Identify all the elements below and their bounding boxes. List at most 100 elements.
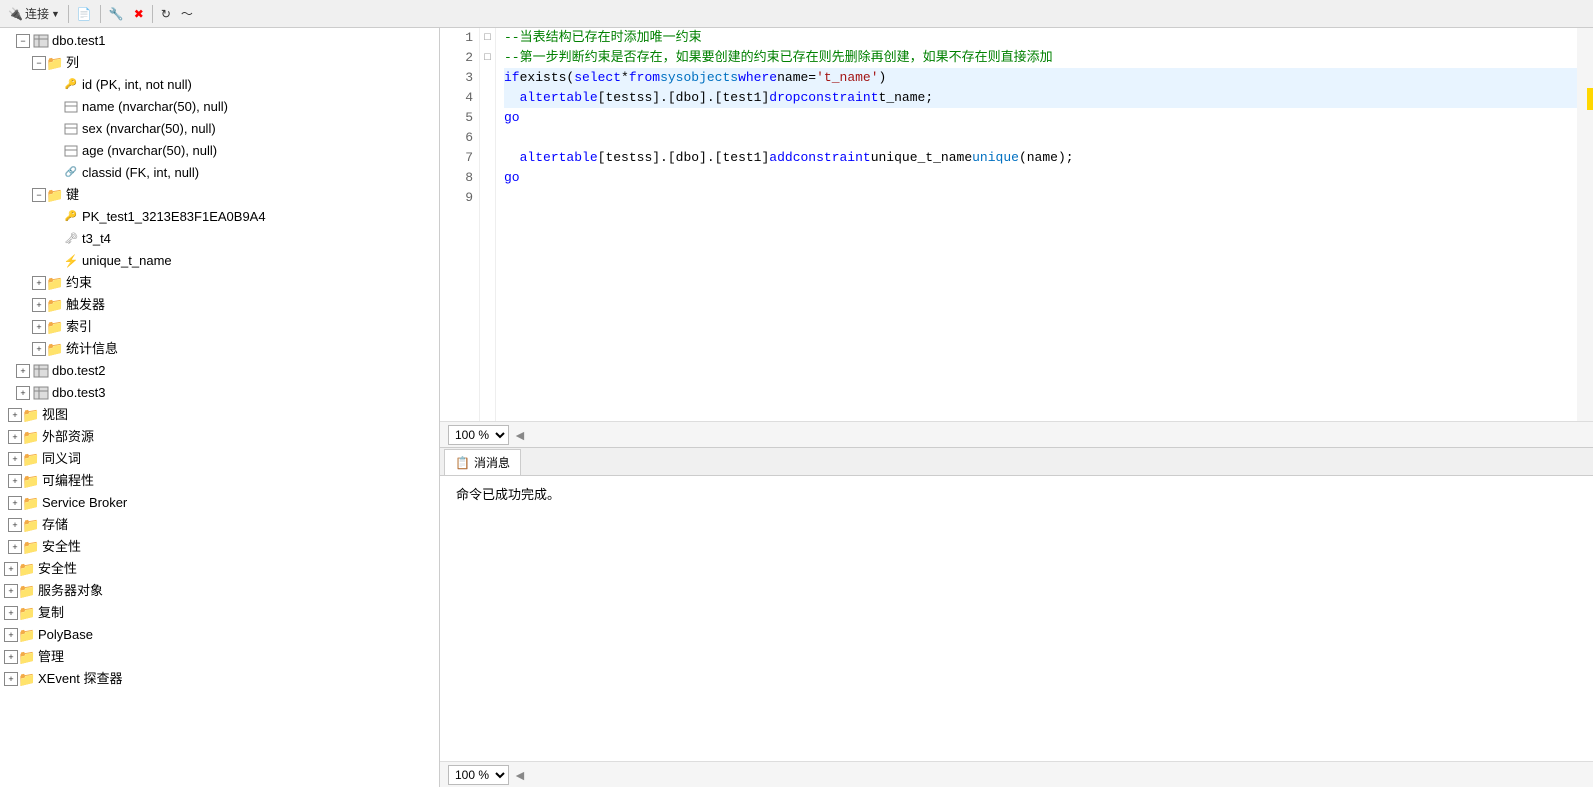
- expand-triggers[interactable]: +: [32, 298, 46, 312]
- result-message: 命令已成功完成。: [448, 480, 1585, 507]
- editor-area: 1 2 3 4 5 6 7 8 9 □ □: [440, 28, 1593, 447]
- line-numbers: 1 2 3 4 5 6 7 8 9: [440, 28, 480, 421]
- filter-button[interactable]: 🔧: [105, 5, 128, 23]
- external-folder-icon: 📁: [22, 429, 40, 445]
- replication-label: 复制: [36, 603, 439, 623]
- expand-statistics[interactable]: +: [32, 342, 46, 356]
- tree-item-xevent[interactable]: + 📁 XEvent 探查器: [0, 668, 439, 690]
- tree-item-management[interactable]: + 📁 管理: [0, 646, 439, 668]
- expand-programmability[interactable]: +: [8, 474, 22, 488]
- tree-item-col-id[interactable]: 🔑 id (PK, int, not null): [0, 74, 439, 96]
- tree-item-dbo-test2[interactable]: + dbo.test2: [0, 360, 439, 382]
- triggers-label: 触发器: [64, 295, 439, 315]
- tree-item-external[interactable]: + 📁 外部资源: [0, 426, 439, 448]
- expand-security-db[interactable]: +: [8, 540, 22, 554]
- tree-item-constraints[interactable]: + 📁 约束: [0, 272, 439, 294]
- tree-item-replication[interactable]: + 📁 复制: [0, 602, 439, 624]
- refresh-icon: ↻: [161, 7, 171, 21]
- messages-tab[interactable]: 📋 消消息: [444, 449, 521, 475]
- tree-item-dbo-test3[interactable]: + dbo.test3: [0, 382, 439, 404]
- programmability-folder-icon: 📁: [22, 473, 40, 489]
- tree-item-service-broker[interactable]: + 📁 Service Broker: [0, 492, 439, 514]
- editor-content[interactable]: 1 2 3 4 5 6 7 8 9 □ □: [440, 28, 1593, 421]
- tree-item-col-classid[interactable]: 🔗 classid (FK, int, null): [0, 162, 439, 184]
- editor-zoom-select[interactable]: 100 %: [448, 425, 509, 445]
- tree-item-synonyms[interactable]: + 📁 同义词: [0, 448, 439, 470]
- expand-columns[interactable]: −: [32, 56, 46, 70]
- code-token: drop: [769, 88, 800, 108]
- tree-area[interactable]: − dbo.test1 − 📁 列 🔑 id (PK, int, not nul…: [0, 28, 439, 787]
- management-label: 管理: [36, 647, 439, 667]
- indexes-folder-icon: 📁: [46, 319, 64, 335]
- tree-item-statistics[interactable]: + 📁 统计信息: [0, 338, 439, 360]
- code-line-8: go: [504, 168, 1577, 188]
- tree-item-storage[interactable]: + 📁 存储: [0, 514, 439, 536]
- expand-external[interactable]: +: [8, 430, 22, 444]
- editor-statusbar: 100 % ◄: [440, 421, 1593, 447]
- tree-item-polybase[interactable]: + 📁 PolyBase: [0, 624, 439, 646]
- new-query-button[interactable]: 📄: [73, 5, 96, 23]
- expand-dbo-test2[interactable]: +: [16, 364, 30, 378]
- security-db-label: 安全性: [40, 537, 439, 557]
- filter2-button[interactable]: ✖: [130, 5, 148, 23]
- tree-item-columns[interactable]: − 📁 列: [0, 52, 439, 74]
- tree-item-programmability[interactable]: + 📁 可编程性: [0, 470, 439, 492]
- code-line-6: [504, 128, 1577, 148]
- code-line-5: go: [504, 108, 1577, 128]
- tree-item-dbo-test1[interactable]: − dbo.test1: [0, 30, 439, 52]
- expand-synonyms[interactable]: +: [8, 452, 22, 466]
- editor-scroll-left-btn[interactable]: ◄: [513, 427, 527, 443]
- polybase-label: PolyBase: [36, 625, 439, 645]
- expand-management[interactable]: +: [4, 650, 18, 664]
- results-zoom-select[interactable]: 100 %: [448, 765, 509, 785]
- tree-item-unique[interactable]: ⚡ unique_t_name: [0, 250, 439, 272]
- constraints-label: 约束: [64, 273, 439, 293]
- column-icon-name: [62, 99, 80, 115]
- expand-service-broker[interactable]: +: [8, 496, 22, 510]
- tree-item-col-name[interactable]: name (nvarchar(50), null): [0, 96, 439, 118]
- replication-folder-icon: 📁: [18, 605, 36, 621]
- tree-item-fk-t3t4[interactable]: 🗝 t3_t4: [0, 228, 439, 250]
- expand-views[interactable]: +: [8, 408, 22, 422]
- tree-item-indexes[interactable]: + 📁 索引: [0, 316, 439, 338]
- new-query-icon: 📄: [77, 7, 92, 21]
- results-scroll-left-btn[interactable]: ◄: [513, 767, 527, 783]
- tree-item-server-objects[interactable]: + 📁 服务器对象: [0, 580, 439, 602]
- expand-keys[interactable]: −: [32, 188, 46, 202]
- expand-replication[interactable]: +: [4, 606, 18, 620]
- tree-item-keys[interactable]: − 📁 键: [0, 184, 439, 206]
- expand-polybase[interactable]: +: [4, 628, 18, 642]
- expand-indexes[interactable]: +: [32, 320, 46, 334]
- refresh-button[interactable]: ↻: [157, 5, 175, 23]
- code-token: table: [559, 88, 598, 108]
- main-area: − dbo.test1 − 📁 列 🔑 id (PK, int, not nul…: [0, 28, 1593, 787]
- code-content[interactable]: --当表结构已存在时添加唯一约束 --第一步判断约束是否存在，如果要创建的约束已…: [496, 28, 1577, 421]
- tree-item-views[interactable]: + 📁 视图: [0, 404, 439, 426]
- code-token: unique_t_name: [871, 148, 972, 168]
- pk-icon: 🔑: [62, 209, 80, 225]
- expand-dbo-test1[interactable]: −: [16, 34, 30, 48]
- expand-dbo-test3[interactable]: +: [16, 386, 30, 400]
- table-icon-test2: [32, 363, 50, 379]
- activity-button[interactable]: 〜: [177, 3, 197, 24]
- code-line-2: --第一步判断约束是否存在，如果要创建的约束已存在则先删除再创建，如果不存在则直…: [504, 48, 1577, 68]
- tree-item-security-top[interactable]: + 📁 安全性: [0, 558, 439, 580]
- code-token: [504, 88, 520, 108]
- xevent-folder-icon: 📁: [18, 671, 36, 687]
- tree-item-triggers[interactable]: + 📁 触发器: [0, 294, 439, 316]
- expand-xevent[interactable]: +: [4, 672, 18, 686]
- expand-col-id: [48, 78, 62, 92]
- results-panel: 📋 消消息 命令已成功完成。 100 % ◄: [440, 447, 1593, 787]
- tree-item-pk[interactable]: 🔑 PK_test1_3213E83F1EA0B9A4: [0, 206, 439, 228]
- expand-security-top[interactable]: +: [4, 562, 18, 576]
- storage-folder-icon: 📁: [22, 517, 40, 533]
- security-db-folder-icon: 📁: [22, 539, 40, 555]
- expand-storage[interactable]: +: [8, 518, 22, 532]
- tree-item-col-sex[interactable]: sex (nvarchar(50), null): [0, 118, 439, 140]
- tree-item-security-db[interactable]: + 📁 安全性: [0, 536, 439, 558]
- code-token: --当表结构已存在时添加唯一约束: [504, 28, 702, 48]
- tree-item-col-age[interactable]: age (nvarchar(50), null): [0, 140, 439, 162]
- connect-button[interactable]: 🔌 连接 ▼: [4, 3, 64, 24]
- expand-constraints[interactable]: +: [32, 276, 46, 290]
- expand-server-objects[interactable]: +: [4, 584, 18, 598]
